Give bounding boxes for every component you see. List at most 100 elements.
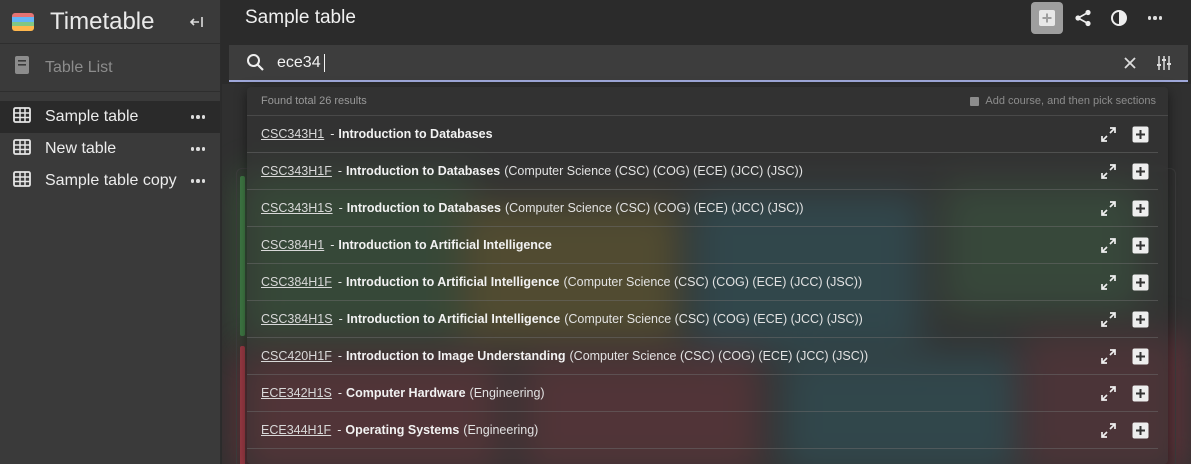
sidebar-item-sample-table[interactable]: Sample table [0, 101, 220, 133]
expand-icon [1100, 163, 1116, 179]
separator: - [330, 127, 335, 141]
course-name: Introduction to Artificial Intelligence [338, 238, 552, 252]
course-code-link[interactable]: ECE344H1F [261, 423, 331, 437]
table-list-label: Table List [45, 58, 113, 76]
sidebar-item-new-table[interactable]: New table [0, 133, 220, 165]
course-department: (Computer Science (CSC) (COG) (ECE) (JCC… [504, 164, 803, 178]
course-department: (Computer Science (CSC) (COG) (ECE) (JCC… [504, 201, 804, 215]
course-name: Introduction to Databases [338, 127, 493, 141]
course-code-link[interactable]: CSC384H1S [261, 312, 333, 326]
contrast-icon [1111, 10, 1127, 26]
more-horizontal-icon[interactable] [188, 107, 208, 127]
add-course-button[interactable] [1031, 2, 1063, 34]
result-row[interactable]: CSC343H1F - Introduction to Databases (Comp… [247, 153, 1158, 190]
course-code-link[interactable]: CSC384H1 [261, 238, 324, 252]
course-code-link[interactable]: CSC343H1 [261, 127, 324, 141]
course-name: Computer Hardware [346, 386, 466, 400]
sidebar-table-list[interactable]: Table List [0, 44, 220, 92]
theme-toggle-button[interactable] [1103, 2, 1135, 34]
add-course-button[interactable] [1128, 233, 1152, 257]
expand-details-button[interactable] [1096, 159, 1120, 183]
add-course-button[interactable] [1128, 418, 1152, 442]
course-department: (Engineering) [469, 386, 545, 400]
more-horizontal-icon[interactable] [188, 139, 208, 159]
add-course-button[interactable] [1128, 159, 1152, 183]
course-name: Introduction to Databases [346, 201, 501, 215]
course-code-link[interactable]: CSC384H1F [261, 275, 332, 289]
page-title: Sample table [245, 7, 356, 28]
expand-details-button[interactable] [1096, 344, 1120, 368]
results-hint: Add course, and then pick sections [970, 95, 1156, 107]
separator: - [337, 275, 343, 289]
sidebar-item-label: Sample table [45, 108, 139, 125]
course-search-bar [229, 45, 1188, 82]
sidebar-header: Timetable [0, 0, 220, 44]
clear-search-button[interactable] [1118, 51, 1142, 75]
add-course-button[interactable] [1128, 122, 1152, 146]
sidebar-item-label: Sample table copy [45, 172, 177, 189]
add-course-button[interactable] [1128, 307, 1152, 331]
expand-icon [1100, 126, 1116, 142]
filter-button[interactable] [1152, 51, 1176, 75]
expand-details-button[interactable] [1096, 418, 1120, 442]
expand-icon [1100, 348, 1116, 364]
separator: - [337, 386, 343, 400]
course-name: Introduction to Artificial Intelligence [346, 275, 560, 289]
search-input[interactable] [277, 53, 323, 72]
course-department: (Computer Science (CSC) (COG) (ECE) (JCC… [569, 349, 869, 363]
more-horizontal-icon[interactable] [188, 171, 208, 191]
search-icon [246, 52, 268, 74]
close-icon [1124, 56, 1136, 69]
share-icon [1075, 9, 1091, 27]
course-code-link[interactable]: CSC420H1F [261, 349, 332, 363]
course-code-link[interactable]: ECE342H1S [261, 386, 332, 400]
result-row[interactable]: ECE342H1S - Computer Hardware (Engineering) [247, 375, 1158, 412]
course-department: (Engineering) [463, 423, 539, 437]
expand-details-button[interactable] [1096, 270, 1120, 294]
expand-details-button[interactable] [1096, 307, 1120, 331]
expand-details-button[interactable] [1096, 122, 1120, 146]
results-hint-text: Add course, and then pick sections [985, 95, 1156, 107]
tune-icon [1157, 55, 1171, 70]
course-name: Introduction to Artificial Intelligence [346, 312, 561, 326]
sidebar-table-items: Sample table New table Sample table copy [0, 92, 220, 197]
collapse-sidebar-icon[interactable] [186, 11, 208, 33]
result-row[interactable]: CSC384H1S - Introduction to Artificial Int… [247, 301, 1158, 338]
course-name: Operating Systems [345, 423, 460, 437]
add-box-icon [970, 96, 980, 106]
more-menu-button[interactable] [1139, 2, 1171, 34]
add-box-icon [1132, 422, 1148, 438]
add-course-button[interactable] [1128, 270, 1152, 294]
add-course-button[interactable] [1128, 344, 1152, 368]
results-list: CSC343H1- Introduction to Databases CSC343… [247, 116, 1168, 449]
add-box-icon [1039, 10, 1055, 26]
add-box-icon [1132, 385, 1148, 401]
result-row[interactable]: CSC420H1F - Introduction to Image Understa… [247, 338, 1158, 375]
share-button[interactable] [1067, 2, 1099, 34]
course-department: (Computer Science (CSC) (COG) (ECE) (JCC… [564, 312, 863, 326]
result-row[interactable]: ECE344H1F - Operating Systems (Engineering) [247, 412, 1158, 449]
result-row[interactable]: CSC384H1F - Introduction to Artificial Int… [247, 264, 1158, 301]
add-course-button[interactable] [1128, 196, 1152, 220]
result-row[interactable]: CSC384H1- Introduction to Artificial Inte… [247, 227, 1158, 264]
expand-details-button[interactable] [1096, 196, 1120, 220]
result-row[interactable]: CSC343H1- Introduction to Databases [247, 116, 1158, 153]
expand-icon [1100, 237, 1116, 253]
separator: - [330, 238, 335, 252]
expand-details-button[interactable] [1096, 233, 1120, 257]
table-grid-icon [13, 138, 31, 160]
search-results-dropdown: Found total 26 results Add course, and t… [247, 87, 1168, 464]
more-horizontal-icon [1145, 8, 1165, 28]
sidebar-item-sample-table-copy[interactable]: Sample table copy [0, 165, 220, 197]
course-name: Introduction to Image Understanding [346, 349, 566, 363]
course-code-link[interactable]: CSC343H1S [261, 201, 333, 215]
header: Sample table [222, 0, 1191, 36]
add-course-button[interactable] [1128, 381, 1152, 405]
expand-details-button[interactable] [1096, 381, 1120, 405]
course-code-link[interactable]: CSC343H1F [261, 164, 332, 178]
app-title: Timetable [50, 7, 155, 35]
course-name: Introduction to Databases [346, 164, 501, 178]
result-row[interactable]: CSC343H1S - Introduction to Databases (Comp… [247, 190, 1158, 227]
text-caret [324, 53, 325, 72]
table-grid-icon [13, 106, 31, 128]
